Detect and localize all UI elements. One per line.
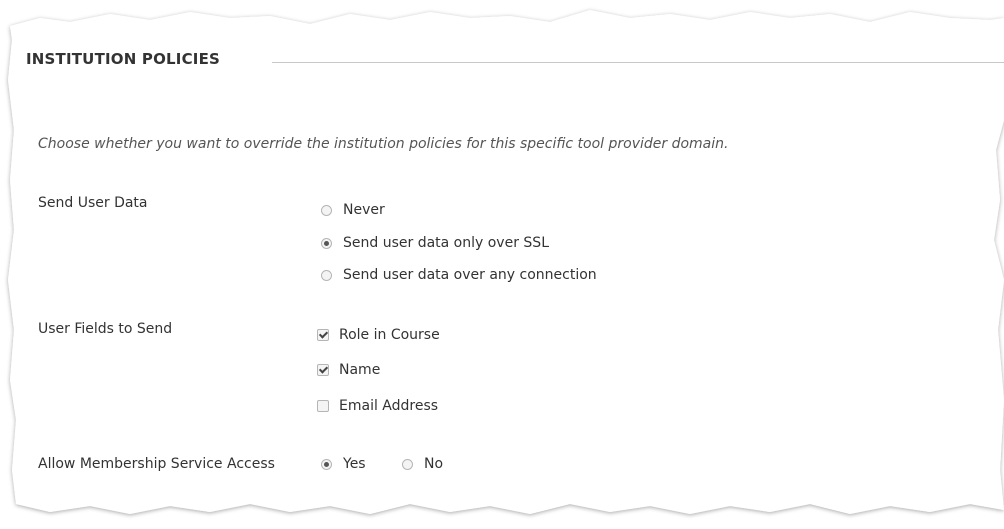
radio-label-no[interactable]: No [424,456,443,472]
checkbox-option-email-address[interactable]: Email Address [317,396,438,416]
section-title: INSTITUTION POLICIES [26,50,221,68]
checkbox-label-email-address[interactable]: Email Address [339,398,438,414]
radio-option-no[interactable]: No [402,454,443,474]
radio-option-yes[interactable]: Yes [321,454,366,474]
radio-label-never[interactable]: Never [343,202,385,218]
radio-any-connection-icon[interactable] [321,269,332,281]
section-header: INSTITUTION POLICIES [26,50,1004,74]
radio-no-icon[interactable] [402,458,413,470]
radio-yes-icon[interactable] [321,458,332,470]
radio-label-ssl-only[interactable]: Send user data only over SSL [343,235,549,251]
checkbox-label-name[interactable]: Name [339,362,380,378]
send-user-data-label: Send User Data [38,195,148,211]
user-fields-label: User Fields to Send [38,321,173,337]
section-divider [272,62,1004,63]
instructions-text: Choose whether you want to override the … [38,136,729,152]
institution-policies-panel: INSTITUTION POLICIES Choose whether you … [0,0,1004,529]
checkbox-label-role-in-course[interactable]: Role in Course [339,327,440,343]
checkbox-option-role-in-course[interactable]: Role in Course [317,325,440,345]
checkbox-option-name[interactable]: Name [317,360,380,380]
radio-option-never[interactable]: Never [321,200,385,220]
radio-ssl-only-icon[interactable] [321,237,332,249]
radio-label-yes[interactable]: Yes [343,456,366,472]
checkbox-role-in-course[interactable] [317,329,329,341]
checkbox-name[interactable] [317,364,329,376]
membership-service-label: Allow Membership Service Access [38,456,275,472]
radio-option-ssl-only[interactable]: Send user data only over SSL [321,233,549,253]
radio-never-icon[interactable] [321,204,332,216]
radio-label-any-connection[interactable]: Send user data over any connection [343,267,597,283]
checkbox-email-address[interactable] [317,400,329,412]
radio-option-any-connection[interactable]: Send user data over any connection [321,265,597,285]
